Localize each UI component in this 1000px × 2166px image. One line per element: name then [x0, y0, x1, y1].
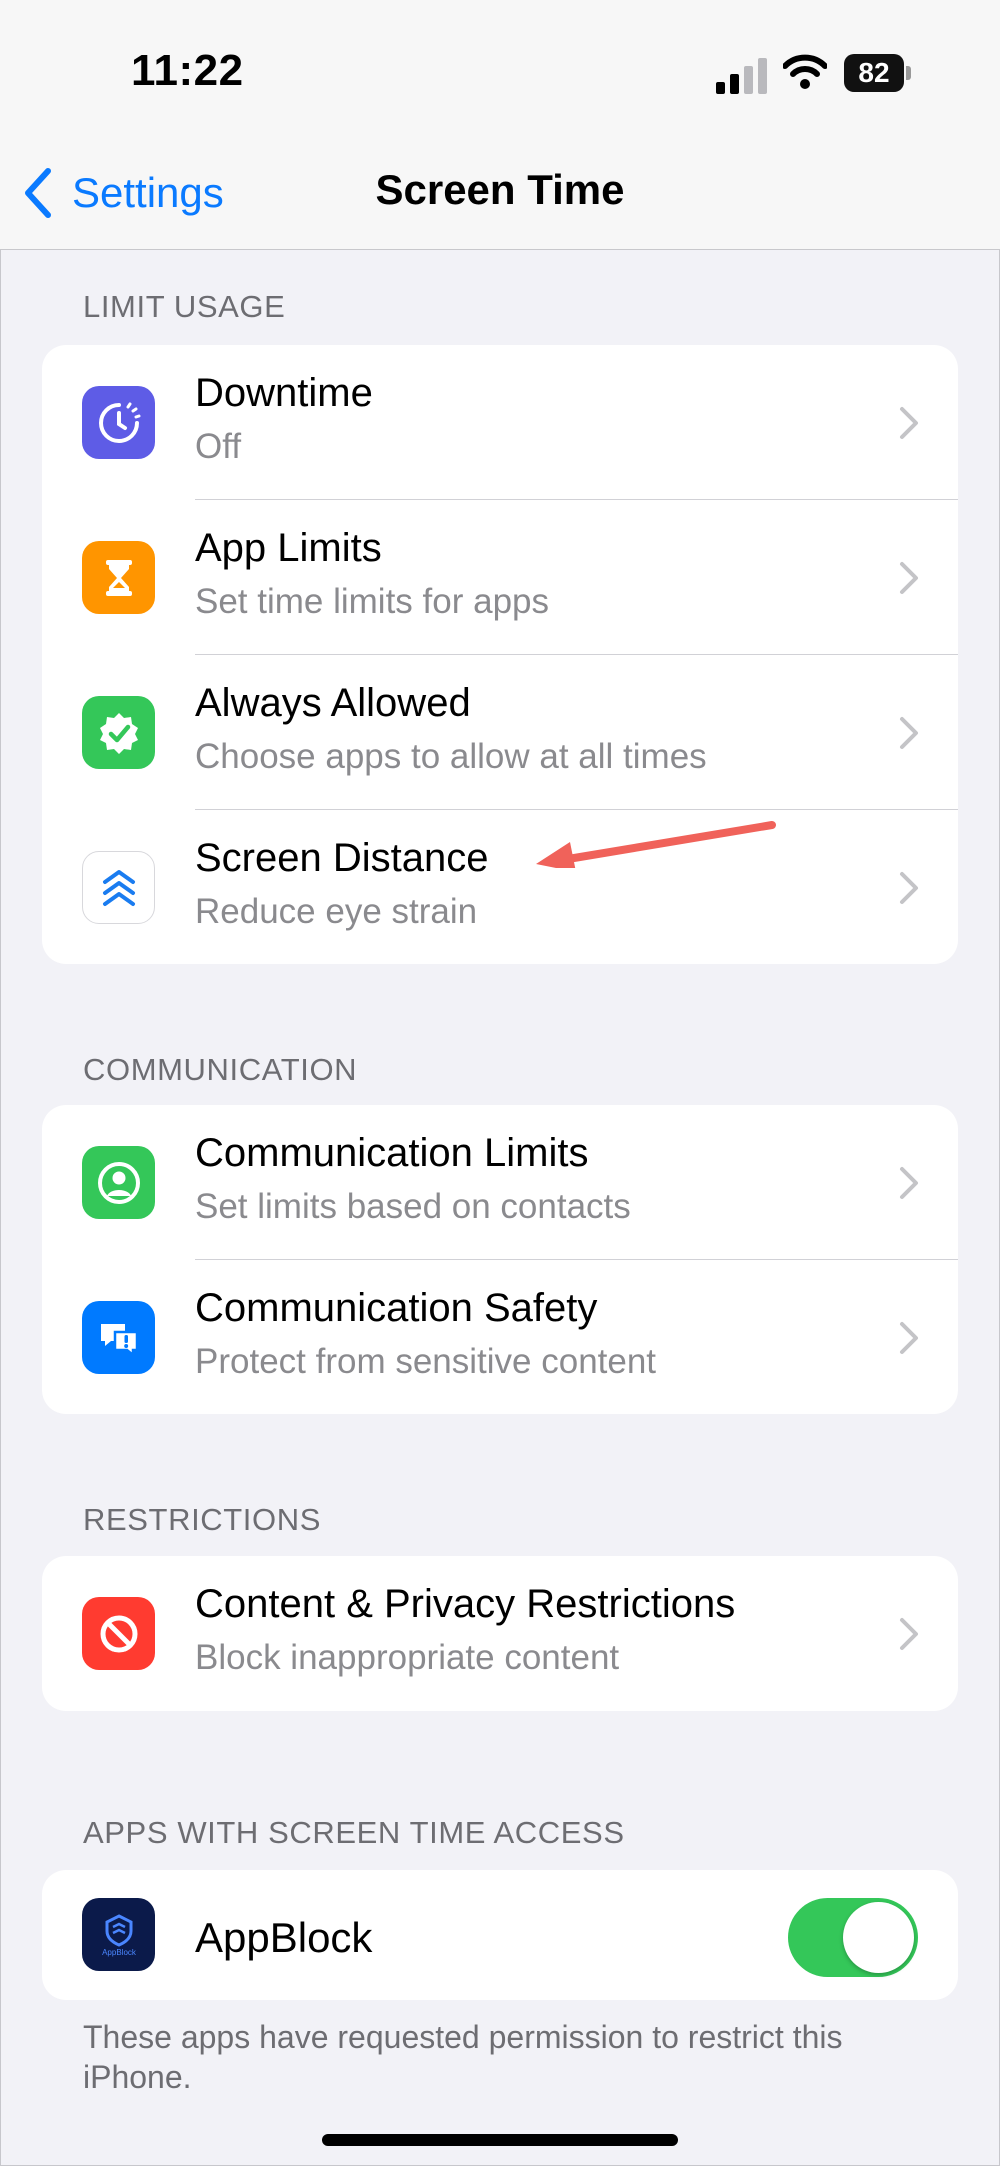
limit-usage-group: Downtime Off App Limits Set time limits …: [42, 345, 958, 964]
row-title: Screen Distance: [195, 836, 489, 880]
annotation-arrow: [536, 821, 776, 868]
row-subtitle: Protect from sensitive content: [195, 1342, 657, 1381]
downtime-icon: [82, 386, 155, 459]
row-title: Content & Privacy Restrictions: [195, 1582, 736, 1626]
row-subtitle: Block inappropriate content: [195, 1638, 620, 1677]
chevron-right-icon: [900, 872, 918, 904]
wifi-icon: [783, 54, 827, 89]
chevron-right-icon: [900, 717, 918, 749]
section-header-apps-access: APPS WITH SCREEN TIME ACCESS: [83, 1815, 625, 1850]
top-bar: 11:22 82 Settings Screen Time: [0, 0, 1000, 250]
appblock-logo-icon: AppBlock: [82, 1898, 155, 1971]
row-communication-limits[interactable]: Communication Limits Set limits based on…: [42, 1105, 958, 1260]
restrictions-group: Content & Privacy Restrictions Block ina…: [42, 1556, 958, 1711]
row-always-allowed[interactable]: Always Allowed Choose apps to allow at a…: [42, 655, 958, 810]
row-subtitle: Off: [195, 427, 242, 466]
battery-cap: [906, 66, 911, 80]
row-subtitle: Choose apps to allow at all times: [195, 737, 707, 776]
chevron-right-icon: [900, 1167, 918, 1199]
chevron-right-icon: [900, 407, 918, 439]
chevron-right-icon: [900, 1618, 918, 1650]
row-appblock: AppBlock AppBlock: [42, 1870, 958, 2000]
appblock-toggle[interactable]: [788, 1898, 918, 1977]
checkmark-badge-icon: [82, 696, 155, 769]
row-title: Always Allowed: [195, 681, 471, 725]
hourglass-icon: [82, 541, 155, 614]
appblock-logo-text: AppBlock: [102, 1948, 137, 1957]
row-title: App Limits: [195, 526, 382, 570]
no-entry-icon: [82, 1597, 155, 1670]
row-subtitle: Set limits based on contacts: [195, 1187, 631, 1226]
chat-bubbles-icon: [82, 1301, 155, 1374]
section-header-restrictions: RESTRICTIONS: [83, 1502, 321, 1537]
row-subtitle: Reduce eye strain: [195, 892, 478, 931]
section-header-communication: COMMUNICATION: [83, 1052, 358, 1087]
app-name: AppBlock: [195, 1914, 373, 1961]
home-indicator: [322, 2134, 678, 2146]
chevrons-up-icon: [82, 851, 155, 924]
communication-group: Communication Limits Set limits based on…: [42, 1105, 958, 1414]
chevron-right-icon: [900, 1322, 918, 1354]
row-title: Communication Limits: [195, 1131, 589, 1175]
row-subtitle: Set time limits for apps: [195, 582, 549, 621]
row-app-limits[interactable]: App Limits Set time limits for apps: [42, 500, 958, 655]
row-title: Communication Safety: [195, 1286, 598, 1330]
battery-level: 82: [844, 54, 904, 92]
battery-icon: 82: [844, 54, 914, 92]
chevron-right-icon: [900, 562, 918, 594]
toggle-knob: [843, 1902, 914, 1973]
row-title: Downtime: [195, 371, 373, 415]
status-time: 11:22: [131, 46, 244, 95]
cellular-signal-icon: [716, 58, 767, 94]
apps-access-group: AppBlock AppBlock: [42, 1870, 958, 2000]
section-header-limit-usage: LIMIT USAGE: [83, 289, 286, 324]
person-circle-icon: [82, 1146, 155, 1219]
row-communication-safety[interactable]: Communication Safety Protect from sensit…: [42, 1260, 958, 1414]
row-downtime[interactable]: Downtime Off: [42, 345, 958, 500]
row-screen-distance[interactable]: Screen Distance Reduce eye strain: [42, 810, 958, 964]
row-content-privacy[interactable]: Content & Privacy Restrictions Block ina…: [42, 1556, 958, 1711]
page-title: Screen Time: [375, 166, 625, 213]
apps-access-footer: These apps have requested permission to …: [83, 2019, 843, 2095]
